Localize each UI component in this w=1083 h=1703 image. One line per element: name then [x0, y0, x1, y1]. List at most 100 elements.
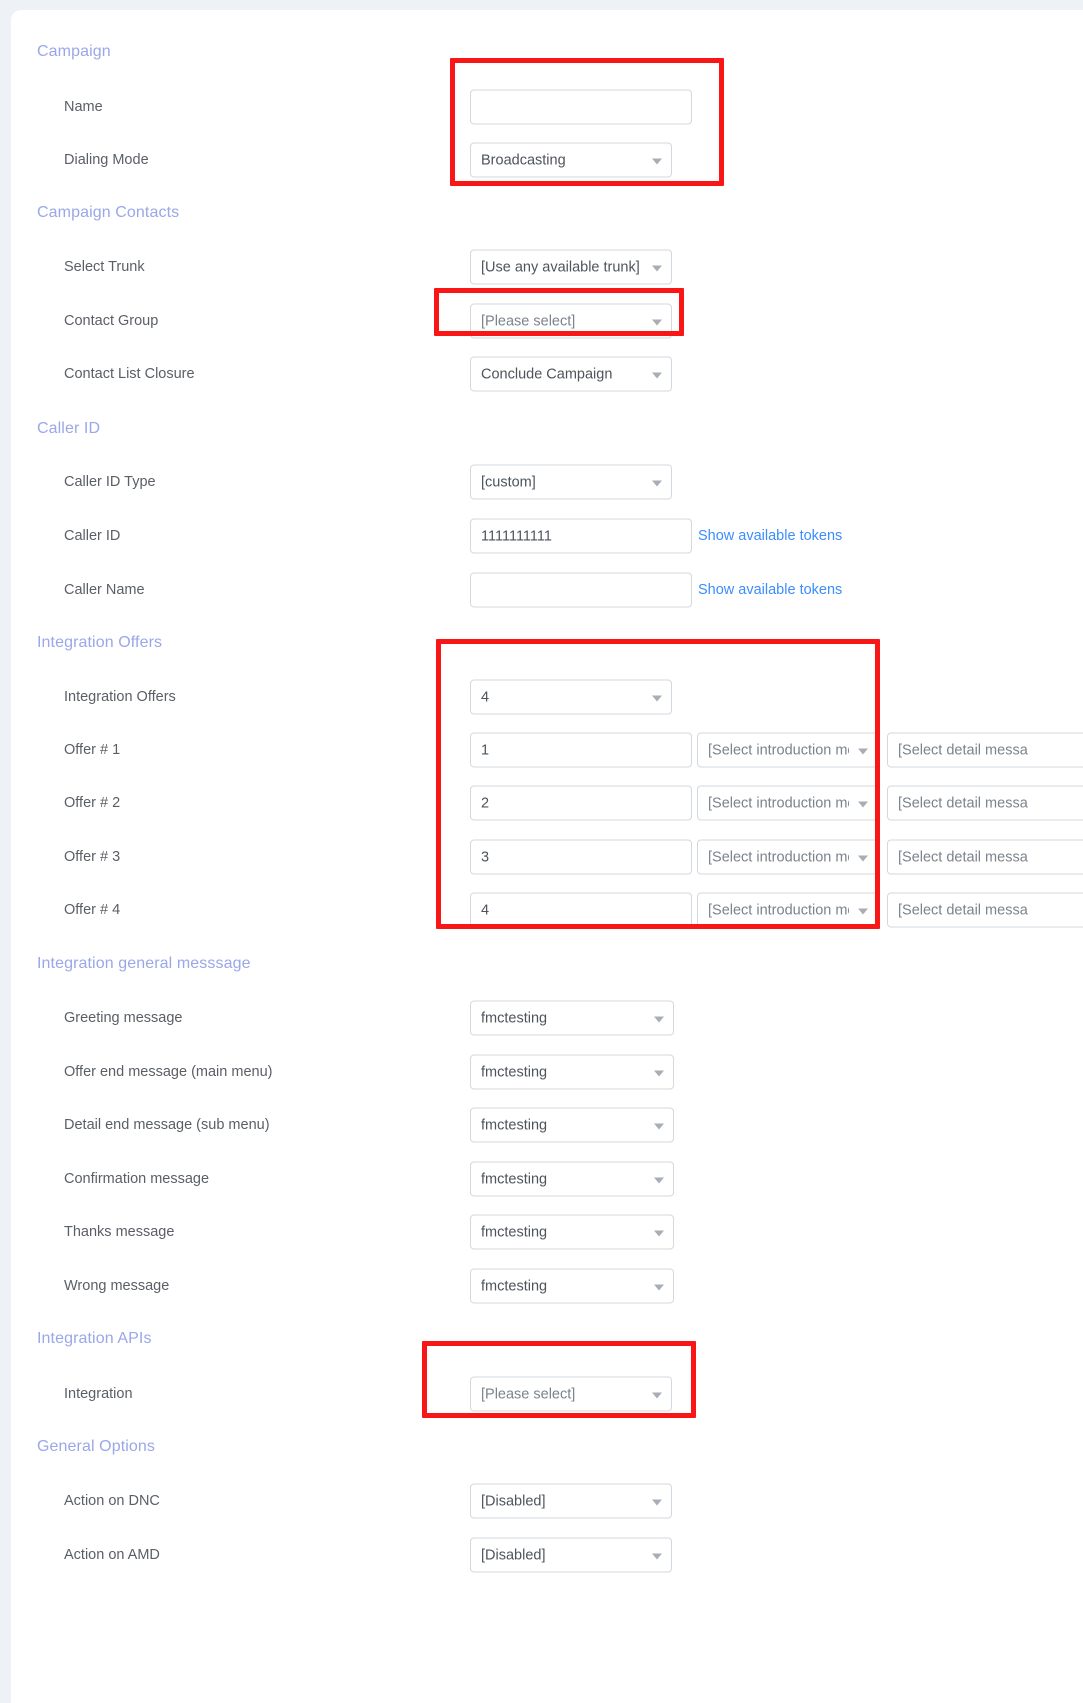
offer-4-detail-message-select[interactable]: [Select detail messa: [887, 892, 1083, 928]
chevron-down-icon: [654, 1177, 664, 1183]
section-heading-integration-general-message: Integration general messsage: [37, 955, 251, 972]
caller-id-input[interactable]: 1111111111: [470, 518, 692, 554]
section-heading-integration-apis: Integration APIs: [37, 1330, 152, 1347]
label-offer-3: Offer # 3: [64, 849, 121, 865]
chevron-down-icon: [652, 1392, 662, 1398]
offer-1-intro-message-select[interactable]: [Select introduction me...: [697, 732, 878, 768]
chevron-down-icon: [652, 1553, 662, 1559]
show-available-tokens-link-caller-id[interactable]: Show available tokens: [698, 528, 842, 544]
chevron-down-icon: [652, 695, 662, 701]
label-contact-list-closure: Contact List Closure: [64, 366, 195, 382]
caller-id-value: 1111111111: [481, 528, 552, 544]
offer-3-detail-message-value: [Select detail messa: [898, 849, 1028, 865]
chevron-down-icon: [858, 801, 868, 807]
row-action-on-amd: Action on AMD [Disabled]: [11, 1535, 1083, 1575]
offer-3-name-value: 3: [481, 849, 490, 865]
row-name: Name: [11, 87, 1083, 127]
label-greeting-message: Greeting message: [64, 1010, 183, 1026]
offer-1-detail-message-value: [Select detail messa: [898, 742, 1028, 758]
chevron-down-icon: [858, 908, 868, 914]
offer-4-intro-message-select[interactable]: [Select introduction me...: [697, 892, 878, 928]
label-select-trunk: Select Trunk: [64, 259, 145, 275]
label-offer-4: Offer # 4: [64, 902, 121, 918]
show-available-tokens-link-caller-name[interactable]: Show available tokens: [698, 582, 842, 598]
offer-2-intro-message-select[interactable]: [Select introduction me...: [697, 785, 878, 821]
offer-1-name-input[interactable]: 1: [470, 732, 692, 768]
chevron-down-icon: [652, 1499, 662, 1505]
contact-list-closure-value: Conclude Campaign: [481, 366, 613, 382]
offer-1-detail-message-select[interactable]: [Select detail messa: [887, 732, 1083, 768]
offer-2-name-value: 2: [481, 795, 490, 811]
label-action-on-dnc: Action on DNC: [64, 1493, 160, 1509]
offer-1-name-value: 1: [481, 742, 490, 758]
label-thanks-message: Thanks message: [64, 1224, 175, 1240]
row-integration: Integration [Please select]: [11, 1374, 1083, 1414]
label-offer-1: Offer # 1: [64, 742, 121, 758]
label-action-on-amd: Action on AMD: [64, 1547, 160, 1563]
row-caller-name: Caller Name Show available tokens: [11, 570, 1083, 610]
select-trunk-select[interactable]: [Use any available trunk]: [470, 249, 672, 285]
integration-value: [Please select]: [481, 1386, 576, 1402]
campaign-settings-page: Campaign Name Dialing Mode Broadcasting …: [0, 0, 1083, 1703]
label-caller-id: Caller ID: [64, 528, 121, 544]
action-on-amd-select[interactable]: [Disabled]: [470, 1537, 672, 1573]
chevron-down-icon: [654, 1070, 664, 1076]
contact-list-closure-select[interactable]: Conclude Campaign: [470, 356, 672, 392]
chevron-down-icon: [654, 1284, 664, 1290]
confirmation-message-select[interactable]: fmctesting: [470, 1161, 674, 1197]
thanks-message-select[interactable]: fmctesting: [470, 1214, 674, 1250]
offer-2-detail-message-value: [Select detail messa: [898, 795, 1028, 811]
offer-3-intro-message-select[interactable]: [Select introduction me...: [697, 839, 878, 875]
section-heading-caller-id: Caller ID: [37, 420, 101, 437]
label-contact-group: Contact Group: [64, 313, 159, 329]
label-integration: Integration: [64, 1386, 133, 1402]
settings-card: Campaign Name Dialing Mode Broadcasting …: [11, 10, 1083, 1703]
thanks-message-value: fmctesting: [481, 1224, 548, 1240]
integration-select[interactable]: [Please select]: [470, 1376, 672, 1412]
greeting-message-value: fmctesting: [481, 1010, 548, 1026]
row-offer-1: Offer # 1 1 [Select introduction me... […: [11, 730, 1083, 770]
label-detail-end-message: Detail end message (sub menu): [64, 1117, 270, 1133]
contact-group-value: [Please select]: [481, 313, 576, 329]
chevron-down-icon: [858, 855, 868, 861]
chevron-down-icon: [652, 372, 662, 378]
row-integration-offers-count: Integration Offers 4: [11, 677, 1083, 717]
contact-group-select[interactable]: [Please select]: [470, 303, 672, 339]
action-on-dnc-value: [Disabled]: [481, 1493, 546, 1509]
detail-end-message-value: fmctesting: [481, 1117, 548, 1133]
offer-2-detail-message-select[interactable]: [Select detail messa: [887, 785, 1083, 821]
caller-id-type-value: [custom]: [481, 474, 536, 490]
action-on-dnc-select[interactable]: [Disabled]: [470, 1483, 672, 1519]
wrong-message-select[interactable]: fmctesting: [470, 1268, 674, 1304]
caller-name-input[interactable]: [470, 572, 692, 608]
detail-end-message-select[interactable]: fmctesting: [470, 1107, 674, 1143]
select-trunk-value: [Use any available trunk]: [481, 259, 640, 275]
greeting-message-select[interactable]: fmctesting: [470, 1000, 674, 1036]
integration-offers-count-select[interactable]: 4: [470, 679, 672, 715]
dialing-mode-select[interactable]: Broadcasting: [470, 142, 672, 178]
row-contact-group: Contact Group [Please select]: [11, 301, 1083, 341]
offer-end-message-select[interactable]: fmctesting: [470, 1054, 674, 1090]
row-dialing-mode: Dialing Mode Broadcasting: [11, 140, 1083, 180]
integration-offers-count-value: 4: [481, 689, 490, 705]
caller-id-type-select[interactable]: [custom]: [470, 464, 672, 500]
name-input[interactable]: [470, 89, 692, 125]
label-dialing-mode: Dialing Mode: [64, 152, 149, 168]
row-caller-id: Caller ID 1111111111 Show available toke…: [11, 516, 1083, 556]
chevron-down-icon: [654, 1123, 664, 1129]
offer-2-name-input[interactable]: 2: [470, 785, 692, 821]
offer-3-name-input[interactable]: 3: [470, 839, 692, 875]
chevron-down-icon: [858, 748, 868, 754]
section-heading-general-options: General Options: [37, 1438, 156, 1455]
chevron-down-icon: [652, 480, 662, 486]
row-wrong-message: Wrong message fmctesting: [11, 1266, 1083, 1306]
row-select-trunk: Select Trunk [Use any available trunk]: [11, 247, 1083, 287]
row-offer-3: Offer # 3 3 [Select introduction me... […: [11, 837, 1083, 877]
offer-4-name-input[interactable]: 4: [470, 892, 692, 928]
row-contact-list-closure: Contact List Closure Conclude Campaign: [11, 354, 1083, 394]
row-caller-id-type: Caller ID Type [custom]: [11, 462, 1083, 502]
label-caller-name: Caller Name: [64, 582, 145, 598]
chevron-down-icon: [654, 1016, 664, 1022]
row-offer-end-message: Offer end message (main menu) fmctesting: [11, 1052, 1083, 1092]
offer-3-detail-message-select[interactable]: [Select detail messa: [887, 839, 1083, 875]
